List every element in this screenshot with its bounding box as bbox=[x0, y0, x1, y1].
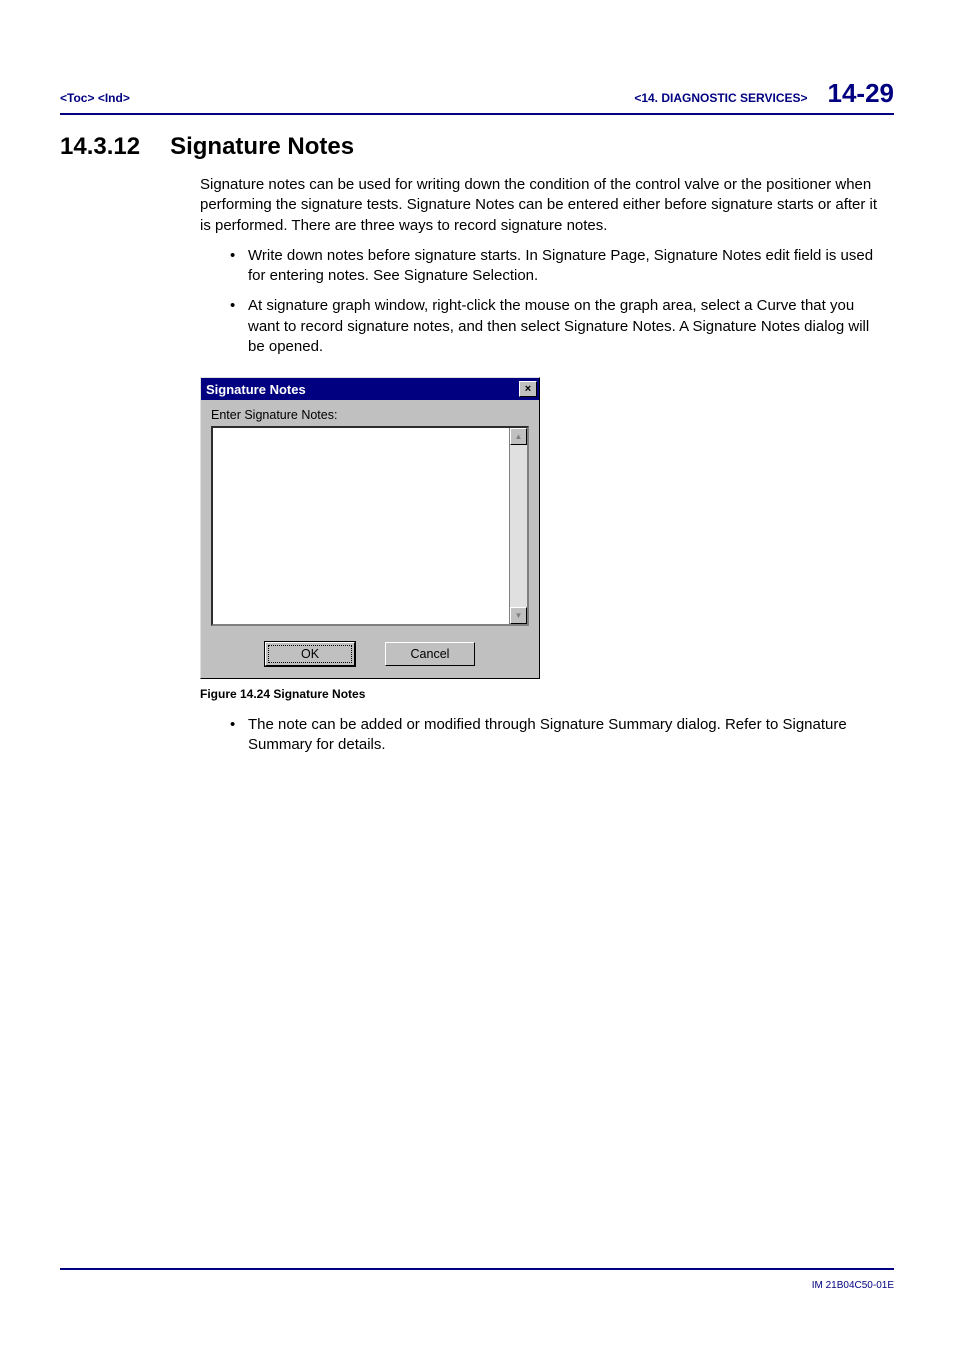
header-section-label: <14. DIAGNOSTIC SERVICES> bbox=[634, 91, 807, 105]
page-container: <Toc> <Ind> <14. DIAGNOSTIC SERVICES> 14… bbox=[0, 0, 954, 1351]
list-item: The note can be added or modified throug… bbox=[230, 715, 884, 756]
list-item: At signature graph window, right-click t… bbox=[230, 296, 884, 357]
section-title: Signature Notes bbox=[170, 133, 354, 161]
bullet-list-top: Write down notes before signature starts… bbox=[230, 246, 884, 357]
body-content: Signature notes can be used for writing … bbox=[200, 175, 884, 357]
scroll-down-button[interactable]: ▼ bbox=[510, 607, 527, 624]
chevron-up-icon: ▲ bbox=[515, 432, 523, 441]
figure-caption: Figure 14.24 Signature Notes bbox=[200, 687, 894, 701]
ok-button[interactable]: OK bbox=[265, 642, 355, 666]
chevron-down-icon: ▼ bbox=[515, 611, 523, 620]
section-number: 14.3.12 bbox=[60, 133, 140, 161]
document-id: IM 21B04C50-01E bbox=[812, 1280, 894, 1291]
section-heading: 14.3.12 Signature Notes bbox=[60, 133, 894, 161]
bullet-list-bottom: The note can be added or modified throug… bbox=[230, 715, 884, 756]
dialog-screenshot: Signature Notes × Enter Signature Notes:… bbox=[200, 377, 894, 679]
page-footer: IM 21B04C50-01E bbox=[60, 1268, 894, 1291]
toc-link[interactable]: <Toc> bbox=[60, 91, 94, 105]
vertical-scrollbar[interactable]: ▲ ▼ bbox=[509, 428, 527, 624]
dialog-body: Enter Signature Notes: ▲ ▼ OK bbox=[201, 400, 539, 678]
header-right: <14. DIAGNOSTIC SERVICES> 14-29 bbox=[634, 78, 894, 109]
notes-textarea[interactable] bbox=[213, 428, 509, 624]
close-button[interactable]: × bbox=[519, 381, 537, 397]
signature-notes-dialog: Signature Notes × Enter Signature Notes:… bbox=[200, 377, 540, 679]
header-nav-links: <Toc> <Ind> bbox=[60, 91, 130, 105]
notes-textarea-wrap: ▲ ▼ bbox=[211, 426, 529, 626]
body-content-after: The note can be added or modified throug… bbox=[200, 715, 884, 756]
close-icon: × bbox=[525, 384, 531, 395]
ind-link[interactable]: <Ind> bbox=[98, 91, 130, 105]
page-header: <Toc> <Ind> <14. DIAGNOSTIC SERVICES> 14… bbox=[60, 78, 894, 115]
dialog-title: Signature Notes bbox=[206, 382, 306, 397]
cancel-button[interactable]: Cancel bbox=[385, 642, 475, 666]
scroll-up-button[interactable]: ▲ bbox=[510, 428, 527, 445]
list-item: Write down notes before signature starts… bbox=[230, 246, 884, 287]
intro-paragraph: Signature notes can be used for writing … bbox=[200, 175, 884, 236]
page-number: 14-29 bbox=[828, 78, 895, 109]
notes-input-label: Enter Signature Notes: bbox=[211, 408, 529, 422]
dialog-titlebar: Signature Notes × bbox=[201, 378, 539, 400]
scroll-track[interactable] bbox=[510, 445, 527, 607]
dialog-button-row: OK Cancel bbox=[211, 642, 529, 666]
